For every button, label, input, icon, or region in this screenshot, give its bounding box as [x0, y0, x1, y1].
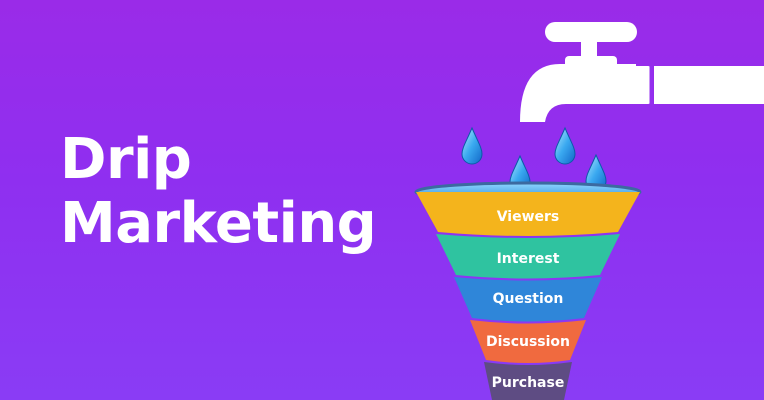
- illustration: Viewers Interest Question Discussion Pur…: [414, 22, 764, 400]
- funnel-label-viewers: Viewers: [497, 209, 560, 225]
- funnel-label-purchase: Purchase: [492, 375, 565, 391]
- water-drop-icon: [554, 126, 576, 165]
- funnel-label-question: Question: [493, 291, 564, 307]
- funnel-icon: Viewers Interest Question Discussion Pur…: [414, 181, 642, 400]
- funnel-label-interest: Interest: [497, 251, 560, 267]
- funnel-label-discussion: Discussion: [486, 334, 570, 350]
- water-drop-icon: [461, 126, 483, 165]
- faucet-icon: [520, 22, 764, 122]
